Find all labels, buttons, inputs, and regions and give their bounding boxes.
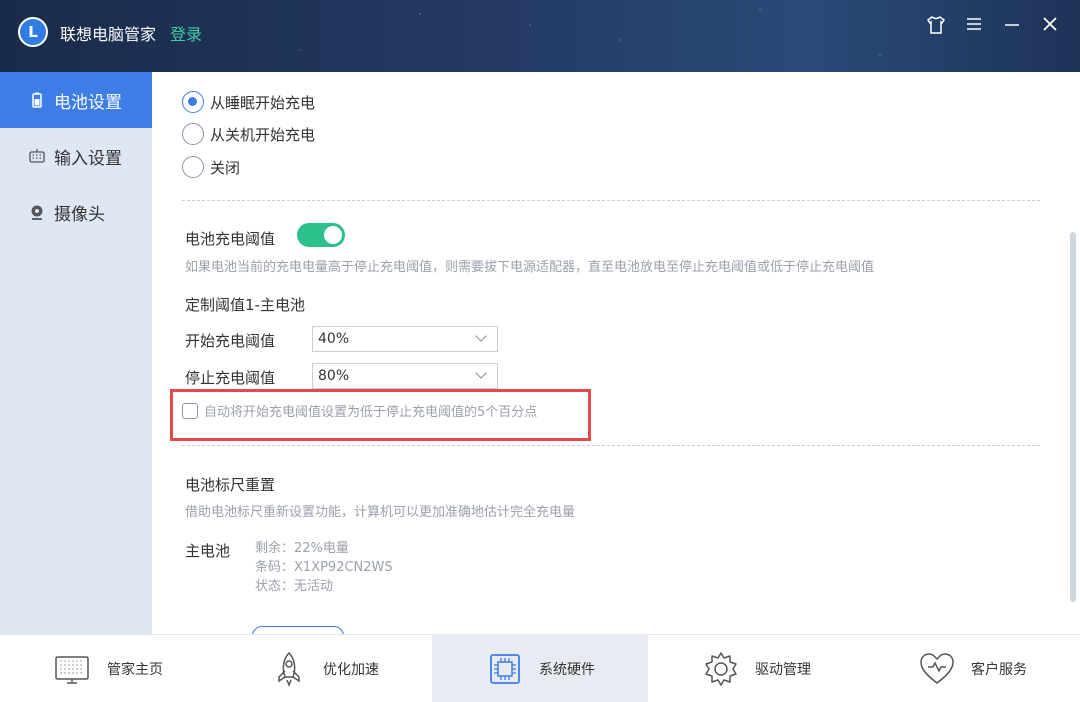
radio-label: 关闭: [210, 158, 241, 177]
sidebar-item-camera[interactable]: 摄像头: [0, 184, 152, 240]
section-divider: [182, 445, 1040, 446]
section-divider: [182, 200, 1040, 201]
calibration-title: 电池标尺重置: [185, 476, 276, 494]
rocket-icon: [269, 649, 309, 689]
start-threshold-select[interactable]: 40%: [312, 326, 498, 352]
sidebar: 电池设置 输入设置 摄像头: [0, 72, 152, 634]
stop-threshold-select[interactable]: 80%: [312, 363, 498, 389]
calibration-start-button[interactable]: [252, 626, 344, 634]
settings-panel: 从睡眠开始充电 从关机开始充电 关闭 电池充电阈值 如果电池当前的充电电量高于停…: [152, 72, 1080, 634]
nav-item-home[interactable]: 管家主页: [0, 635, 216, 702]
radio-off[interactable]: 关闭: [182, 156, 240, 178]
nav-item-drivers[interactable]: 驱动管理: [648, 635, 864, 702]
start-threshold-label: 开始充电阈值: [185, 332, 276, 350]
shirt-icon[interactable]: [924, 14, 948, 40]
radio-button-checked[interactable]: [182, 91, 204, 113]
chip-icon: [485, 649, 525, 689]
nav-label: 驱动管理: [755, 662, 811, 678]
minimize-icon[interactable]: [1000, 14, 1024, 40]
nav-item-optimize[interactable]: 优化加速: [216, 635, 432, 702]
app-logo: L: [18, 17, 48, 47]
chevron-down-icon: [475, 330, 487, 342]
nav-label: 管家主页: [107, 662, 163, 678]
sidebar-item-battery[interactable]: 电池设置: [0, 72, 152, 128]
auto-threshold-checkbox-row[interactable]: 自动将开始充电阈值设置为低于停止充电阈值的5个百分点: [182, 401, 537, 420]
login-link[interactable]: 登录: [170, 21, 202, 45]
nav-label: 系统硬件: [539, 662, 595, 678]
close-icon[interactable]: [1038, 14, 1062, 40]
title-bar: L 联想电脑管家 登录: [0, 0, 1080, 72]
radio-charge-from-sleep[interactable]: 从睡眠开始充电: [182, 91, 315, 113]
heart-icon: [917, 649, 957, 689]
app-title: 联想电脑管家: [60, 25, 157, 44]
custom-threshold-title: 定制阈值1-主电池: [185, 296, 305, 314]
bottom-nav: 管家主页 优化加速 系统硬件 驱动管理 客户服务: [0, 634, 1080, 702]
calibration-description: 借助电池标尺重新设置功能，计算机可以更加准确地估计完全充电量: [185, 505, 576, 520]
title-bar-background: [0, 0, 1080, 72]
auto-threshold-label: 自动将开始充电阈值设置为低于停止充电阈值的5个百分点: [204, 405, 538, 420]
auto-threshold-checkbox[interactable]: [182, 402, 198, 419]
scrollbar[interactable]: [1070, 232, 1076, 602]
window-controls: [924, 14, 1062, 40]
threshold-description: 如果电池当前的充电电量高于停止充电阈值，则需要拔下电源适配器，直至电池放电至停止…: [185, 260, 875, 275]
radio-label: 从睡眠开始充电: [210, 93, 316, 112]
monitor-icon: [53, 649, 93, 689]
keyboard-icon: [28, 147, 46, 165]
select-value: 80%: [318, 368, 350, 384]
nav-label: 客户服务: [971, 662, 1027, 678]
camera-icon: [28, 203, 46, 221]
radio-label: 从关机开始充电: [210, 125, 316, 144]
battery-remaining: 剩余：22%电量: [255, 541, 349, 556]
threshold-toggle[interactable]: [297, 223, 345, 247]
stop-threshold-label: 停止充电阈值: [185, 369, 276, 387]
battery-barcode: 条码：X1XP92CN2WS: [255, 560, 393, 575]
nav-item-hardware[interactable]: 系统硬件: [432, 635, 648, 702]
gear-icon: [701, 649, 741, 689]
menu-icon[interactable]: [962, 14, 986, 40]
radio-button[interactable]: [182, 156, 204, 178]
battery-name: 主电池: [185, 542, 231, 560]
battery-status: 状态：无活动: [255, 579, 334, 594]
radio-charge-from-shutdown[interactable]: 从关机开始充电: [182, 123, 315, 145]
nav-label: 优化加速: [323, 662, 379, 678]
sidebar-item-label: 电池设置: [54, 92, 122, 113]
battery-icon: [28, 91, 46, 109]
threshold-title: 电池充电阈值: [185, 230, 276, 248]
nav-item-support[interactable]: 客户服务: [864, 635, 1080, 702]
sidebar-item-input[interactable]: 输入设置: [0, 128, 152, 184]
radio-button[interactable]: [182, 123, 204, 145]
select-value: 40%: [318, 331, 350, 347]
sidebar-item-label: 摄像头: [54, 204, 105, 225]
sidebar-item-label: 输入设置: [54, 148, 122, 169]
chevron-down-icon: [475, 367, 487, 379]
